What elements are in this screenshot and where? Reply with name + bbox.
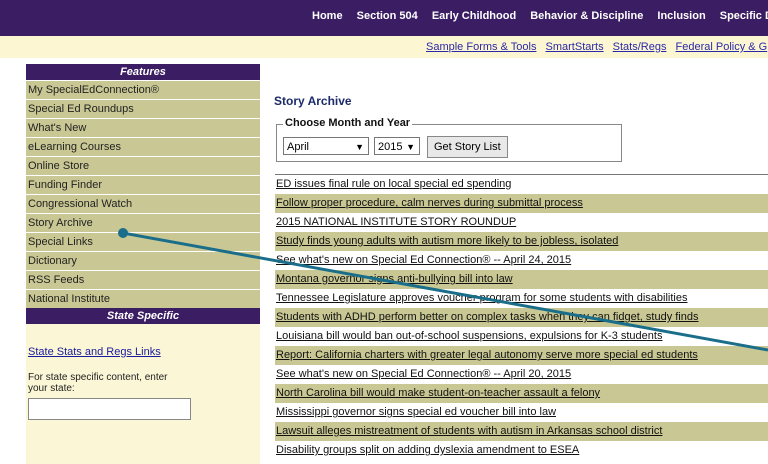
annotation-arrow [118,228,768,352]
arrow-line [122,231,768,352]
arrow-dot [118,228,128,238]
